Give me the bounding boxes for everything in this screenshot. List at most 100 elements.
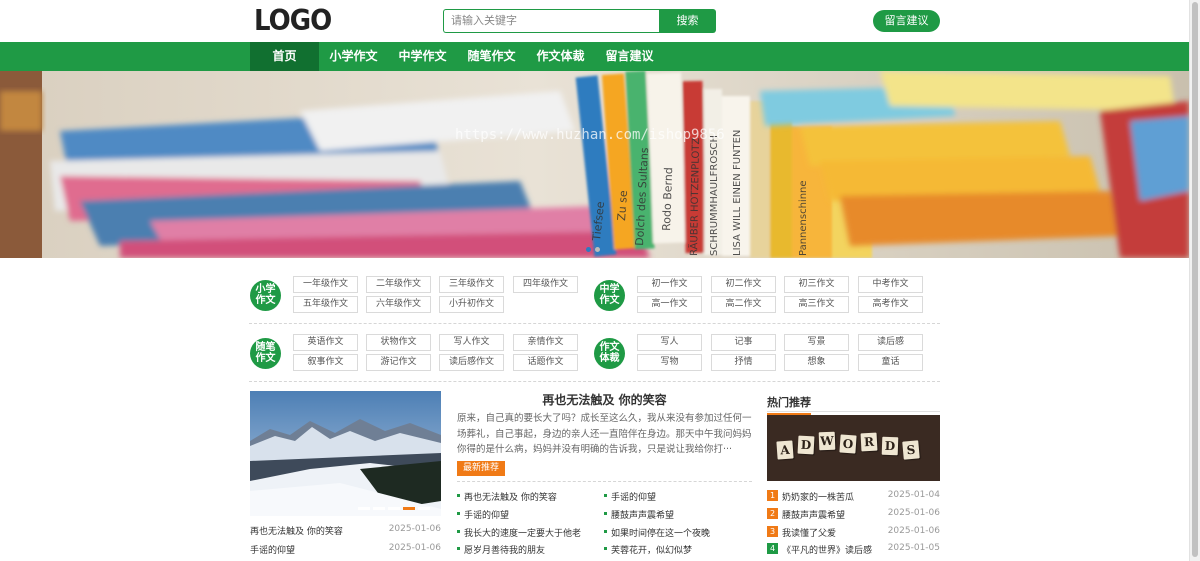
photo-dot[interactable] bbox=[373, 507, 385, 510]
tag-essay-2[interactable]: 状物作文 bbox=[366, 334, 431, 351]
tag-primary-4[interactable]: 四年级作文 bbox=[513, 276, 578, 293]
list-item-title: 手谣的仰望 bbox=[250, 546, 296, 556]
hot-item[interactable]: 3 我读懂了父爱 2025-01-06 bbox=[767, 526, 940, 539]
tag-middle-5[interactable]: 高一作文 bbox=[637, 296, 702, 313]
tag-middle-3[interactable]: 初三作文 bbox=[784, 276, 849, 293]
tag-primary-2[interactable]: 二年级作文 bbox=[366, 276, 431, 293]
tag-genre-3[interactable]: 写景 bbox=[784, 334, 849, 351]
book-spine-text: Rodo Bernd bbox=[660, 167, 675, 231]
search-input[interactable]: 请输入关键字 bbox=[443, 9, 659, 33]
tag-genre-5[interactable]: 写物 bbox=[637, 354, 702, 371]
book-spine-text: SCHRUMMHAULFROSCH bbox=[709, 135, 720, 256]
tag-essay-5[interactable]: 叙事作文 bbox=[293, 354, 358, 371]
badge-primary[interactable]: 小学作文 bbox=[250, 280, 281, 311]
letter-tile: R bbox=[860, 432, 878, 452]
nav-item-middle[interactable]: 中学作文 bbox=[388, 42, 457, 71]
tag-primary-7[interactable]: 小升初作文 bbox=[439, 296, 504, 313]
list-item-date: 2025-01-06 bbox=[388, 524, 441, 534]
tag-middle-2[interactable]: 初二作文 bbox=[711, 276, 776, 293]
hot-rank: 3 bbox=[767, 526, 778, 537]
hot-item[interactable]: 1 奶奶家的一株苦瓜 2025-01-04 bbox=[767, 490, 940, 503]
page-scrollbar[interactable] bbox=[1189, 0, 1200, 561]
list-item[interactable]: 手谣的仰望 bbox=[604, 490, 656, 503]
tag-middle-1[interactable]: 初一作文 bbox=[637, 276, 702, 293]
list-item[interactable]: 再也无法触及 你的笑容 bbox=[457, 490, 557, 503]
letter-tile: O bbox=[839, 434, 857, 454]
tag-essay-3[interactable]: 写人作文 bbox=[439, 334, 504, 351]
tag-middle-6[interactable]: 高二作文 bbox=[711, 296, 776, 313]
hot-item[interactable]: 4 《平凡的世界》读后感 2025-01-05 bbox=[767, 543, 940, 556]
tag-essay-1[interactable]: 英语作文 bbox=[293, 334, 358, 351]
article-summary: 原来，自己真的要长大了吗？成长至这么久，我从来没有参加过任何一场葬礼，自己事起，… bbox=[457, 413, 752, 455]
divider bbox=[457, 481, 752, 482]
message-button[interactable]: 留言建议 bbox=[873, 10, 940, 32]
badge-essay[interactable]: 随笔作文 bbox=[250, 338, 281, 369]
hot-rank: 2 bbox=[767, 508, 778, 519]
hot-rank: 1 bbox=[767, 490, 778, 501]
tag-genre-6[interactable]: 抒情 bbox=[711, 354, 776, 371]
tag-primary-3[interactable]: 三年级作文 bbox=[439, 276, 504, 293]
snow-mountain-image bbox=[250, 391, 441, 516]
badge-middle[interactable]: 中学作文 bbox=[594, 280, 625, 311]
banner-watermark: https://www.huzhan.com/ishop9856 bbox=[455, 127, 725, 143]
tag-genre-7[interactable]: 想象 bbox=[784, 354, 849, 371]
featured-photo[interactable] bbox=[250, 391, 441, 516]
tag-primary-6[interactable]: 六年级作文 bbox=[366, 296, 431, 313]
tag-middle-8[interactable]: 高考作文 bbox=[858, 296, 923, 313]
badge-essay-label: 随笔作文 bbox=[255, 342, 276, 364]
tag-primary-5[interactable]: 五年级作文 bbox=[293, 296, 358, 313]
tag-middle-4[interactable]: 中考作文 bbox=[858, 276, 923, 293]
list-item[interactable]: 手谣的仰望 2025-01-06 bbox=[250, 543, 441, 556]
tag-essay-6[interactable]: 游记作文 bbox=[366, 354, 431, 371]
letter-tile: W bbox=[818, 431, 836, 451]
scrollbar-thumb[interactable] bbox=[1192, 2, 1198, 557]
photo-dot[interactable] bbox=[418, 507, 430, 510]
photo-dot-active[interactable] bbox=[403, 507, 415, 510]
tag-middle-7[interactable]: 高三作文 bbox=[784, 296, 849, 313]
hot-image[interactable]: A D W O R D S bbox=[767, 415, 940, 481]
list-item[interactable]: 手谣的仰望 bbox=[457, 508, 509, 521]
search-button[interactable]: 搜索 bbox=[659, 9, 716, 33]
latest-badge: 最新推荐 bbox=[457, 461, 505, 476]
badge-genre-label: 作文体裁 bbox=[599, 342, 620, 364]
site-logo[interactable]: LOGO bbox=[254, 7, 332, 36]
list-item[interactable]: 再也无法触及 你的笑容 2025-01-06 bbox=[250, 524, 441, 537]
main-nav: 首页 小学作文 中学作文 随笔作文 作文体裁 留言建议 bbox=[0, 42, 1189, 71]
letter-tile: D bbox=[797, 435, 815, 455]
article-title[interactable]: 再也无法触及 你的笑容 bbox=[457, 391, 752, 408]
badge-primary-label: 小学作文 bbox=[255, 284, 276, 306]
list-item[interactable]: 愿岁月善待我的朋友 bbox=[457, 543, 545, 556]
list-item[interactable]: 腰鼓声声震希望 bbox=[604, 508, 674, 521]
hot-item-date: 2025-01-05 bbox=[887, 543, 940, 553]
list-item[interactable]: 芙蓉花开，似幻似梦 bbox=[604, 543, 692, 556]
nav-item-genre[interactable]: 作文体裁 bbox=[526, 42, 595, 71]
divider bbox=[249, 381, 940, 382]
book-spine-text: LISA WILL EINEN FUNTEN bbox=[732, 130, 743, 256]
hot-title: 热门推荐 bbox=[767, 394, 811, 415]
tag-primary-1[interactable]: 一年级作文 bbox=[293, 276, 358, 293]
tag-genre-1[interactable]: 写人 bbox=[637, 334, 702, 351]
divider bbox=[249, 323, 940, 324]
hot-item[interactable]: 2 腰鼓声声震希望 2025-01-06 bbox=[767, 508, 940, 521]
slider-dot[interactable] bbox=[595, 247, 600, 252]
tag-essay-7[interactable]: 读后感作文 bbox=[439, 354, 504, 371]
tag-essay-4[interactable]: 亲情作文 bbox=[513, 334, 578, 351]
nav-item-home[interactable]: 首页 bbox=[250, 42, 319, 71]
badge-genre[interactable]: 作文体裁 bbox=[594, 338, 625, 369]
hot-item-date: 2025-01-04 bbox=[887, 490, 940, 500]
photo-dot[interactable] bbox=[358, 507, 370, 510]
tag-genre-4[interactable]: 读后感 bbox=[858, 334, 923, 351]
list-item[interactable]: 如果时间停在这一个夜晚 bbox=[604, 526, 710, 539]
nav-item-primary[interactable]: 小学作文 bbox=[319, 42, 388, 71]
tag-essay-8[interactable]: 话题作文 bbox=[513, 354, 578, 371]
slider-dot-active[interactable] bbox=[586, 247, 591, 252]
tag-genre-2[interactable]: 记事 bbox=[711, 334, 776, 351]
hot-item-title: 腰鼓声声震希望 bbox=[782, 511, 846, 521]
list-item-date: 2025-01-06 bbox=[388, 543, 441, 553]
tag-genre-8[interactable]: 童话 bbox=[858, 354, 923, 371]
list-item[interactable]: 我长大的速度一定要大于他老 bbox=[457, 526, 581, 539]
nav-item-essay[interactable]: 随笔作文 bbox=[457, 42, 526, 71]
photo-dot[interactable] bbox=[388, 507, 400, 510]
hero-banner[interactable]: Tiefsee Zu se Dolch des Sultans Rodo Ber… bbox=[0, 71, 1189, 258]
nav-item-message[interactable]: 留言建议 bbox=[595, 42, 664, 71]
